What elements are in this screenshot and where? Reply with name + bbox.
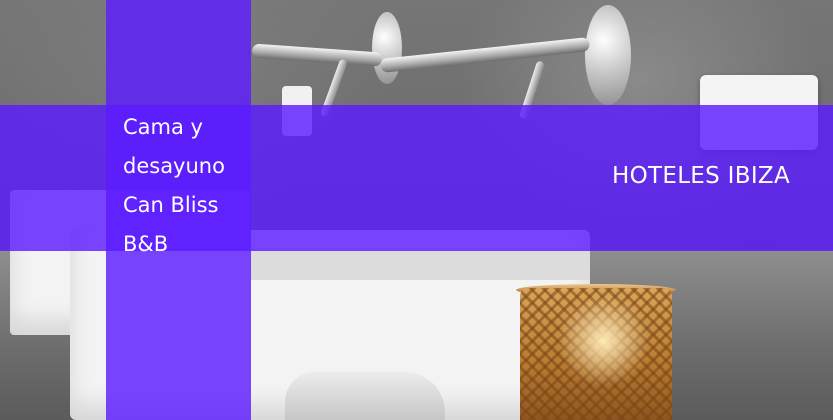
category-label[interactable]: HOTELES IBIZA: [612, 158, 790, 194]
hotel-title[interactable]: Cama y desayuno Can Bliss B&B: [123, 108, 241, 264]
faucet-plate-icon: [585, 5, 631, 105]
sink-rim: [250, 248, 590, 280]
towel-icon: [285, 372, 445, 420]
faucet-plate-icon: [372, 12, 402, 84]
lantern-icon: [520, 288, 672, 420]
hotel-banner: Cama y desayuno Can Bliss B&B HOTELES IB…: [0, 0, 833, 420]
